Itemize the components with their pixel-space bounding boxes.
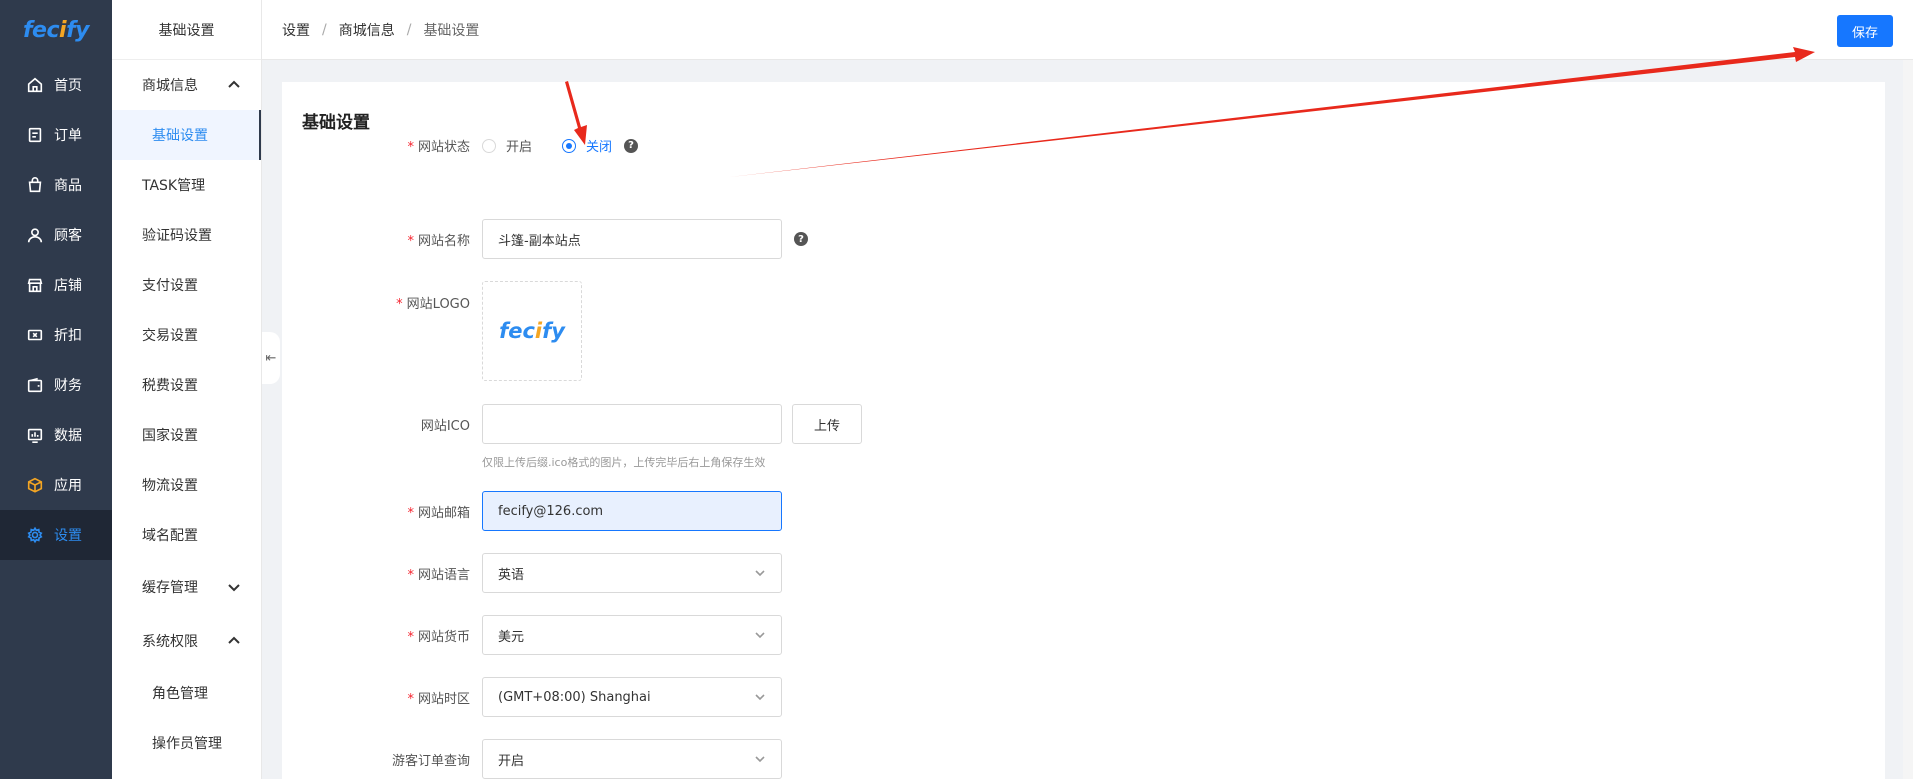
form-row-currency: * 网站货币 美元 — [282, 615, 1885, 655]
nav-item-orders[interactable]: 订单 — [0, 110, 112, 160]
wallet-icon — [26, 376, 44, 394]
form-row-email: * 网站邮箱 fecify@126.com — [282, 491, 1885, 531]
save-button[interactable]: 保存 — [1837, 15, 1893, 47]
chevron-down-icon — [755, 570, 765, 577]
sidebar-group-permissions[interactable]: 系统权限 — [112, 614, 261, 668]
email-field[interactable]: fecify@126.com — [482, 491, 782, 531]
currency-select[interactable]: 美元 — [482, 615, 782, 655]
breadcrumb: 设置 / 商城信息 / 基础设置 — [282, 20, 480, 40]
form-row-timezone: * 网站时区 (GMT+08:00) Shanghai — [282, 677, 1885, 717]
nav-item-discount[interactable]: 折扣 — [0, 310, 112, 360]
user-icon — [26, 226, 44, 244]
nav-item-customers[interactable]: 顾客 — [0, 210, 112, 260]
form-row-guest-order: 游客订单查询 开启 — [282, 739, 1885, 779]
sidebar-title: 基础设置 — [112, 0, 261, 60]
top-header: 设置 / 商城信息 / 基础设置 保存 — [262, 0, 1913, 60]
chart-icon — [26, 426, 44, 444]
timezone-select[interactable]: (GMT+08:00) Shanghai — [482, 677, 782, 717]
guest-order-select[interactable]: 开启 — [482, 739, 782, 779]
settings-form-card: 基础设置 * 网站状态 开启 关闭 ? * 网站名称 斗篷-副本站点 ? * 网站LO… — [282, 82, 1885, 779]
form-row-language: * 网站语言 英语 — [282, 553, 1885, 593]
status-radio-closed[interactable]: 关闭 — [562, 136, 612, 155]
sidebar-item-basic-settings[interactable]: 基础设置 — [112, 110, 261, 160]
store-icon — [26, 276, 44, 294]
chevron-down-icon — [755, 632, 765, 639]
logo-upload-box[interactable]: fec i fy — [482, 281, 582, 381]
sidebar-item-payment[interactable]: 支付设置 — [112, 260, 261, 310]
nav-item-finance[interactable]: 财务 — [0, 360, 112, 410]
site-name-input[interactable]: 斗篷-副本站点 — [482, 219, 782, 259]
form-row-name: * 网站名称 斗篷-副本站点 ? — [282, 219, 1885, 259]
sidebar-item-domain[interactable]: 域名配置 — [112, 510, 261, 560]
ticket-icon — [26, 326, 44, 344]
nav-item-apps[interactable]: 应用 — [0, 460, 112, 510]
product-bag-icon — [26, 176, 44, 194]
language-select[interactable]: 英语 — [482, 553, 782, 593]
sidebar-item-captcha[interactable]: 验证码设置 — [112, 210, 261, 260]
sidebar-group-mall-info[interactable]: 商城信息 — [112, 60, 261, 110]
breadcrumb-item[interactable]: 设置 — [282, 20, 310, 40]
sidebar-item-country[interactable]: 国家设置 — [112, 410, 261, 460]
form-row-status: * 网站状态 开启 关闭 ? — [282, 132, 1885, 156]
sidebar-item-trade[interactable]: 交易设置 — [112, 310, 261, 360]
nav-item-settings[interactable]: 设置 — [0, 510, 112, 560]
sidebar-item-task[interactable]: TASK管理 — [112, 160, 261, 210]
breadcrumb-item-current: 基础设置 — [423, 22, 480, 39]
nav-item-products[interactable]: 商品 — [0, 160, 112, 210]
breadcrumb-item[interactable]: 商城信息 — [339, 20, 395, 40]
nav-item-store[interactable]: 店铺 — [0, 260, 112, 310]
chevron-down-icon — [755, 694, 765, 701]
sidebar-item-roles[interactable]: 角色管理 — [112, 668, 261, 718]
nav-item-data[interactable]: 数据 — [0, 410, 112, 460]
form-row-ico: 网站ICO 上传 仅限上传后缀.ico格式的图片，上传完毕后右上角保存生效 — [282, 404, 1885, 469]
sidebar-item-operators[interactable]: 操作员管理 — [112, 718, 261, 768]
gear-icon — [26, 526, 44, 544]
sidebar-group-cache[interactable]: 缓存管理 — [112, 560, 261, 614]
chevron-down-icon — [755, 756, 765, 763]
page-scrollbar[interactable] — [1903, 60, 1913, 779]
nav-item-home[interactable]: 首页 — [0, 60, 112, 110]
sidebar-item-logistics[interactable]: 物流设置 — [112, 460, 261, 510]
help-icon[interactable]: ? — [624, 138, 639, 153]
chevron-up-icon — [227, 634, 241, 648]
upload-button[interactable]: 上传 — [792, 404, 862, 444]
home-icon — [26, 76, 44, 94]
chevron-down-icon — [227, 580, 241, 594]
box-icon — [26, 476, 44, 494]
ico-input[interactable] — [482, 404, 782, 444]
form-row-logo: * 网站LOGO fec i fy — [282, 281, 1885, 381]
main-nav: fec i fy 首页 订单 商品 顾客 店铺 折扣 财务 数据 应用 设置 — [0, 0, 112, 779]
sidebar-item-tax[interactable]: 税费设置 — [112, 360, 261, 410]
collapse-icon: ⇤ — [265, 350, 277, 366]
sidebar-collapse-handle[interactable]: ⇤ — [262, 332, 280, 384]
app-logo[interactable]: fec i fy — [0, 0, 112, 60]
ico-hint: 仅限上传后缀.ico格式的图片，上传完毕后右上角保存生效 — [482, 456, 766, 469]
order-icon — [26, 126, 44, 144]
page-title: 基础设置 — [302, 113, 370, 133]
chevron-up-icon — [227, 78, 241, 92]
status-radio-open[interactable]: 开启 — [482, 136, 532, 155]
help-icon[interactable]: ? — [794, 232, 808, 246]
settings-sidebar: 基础设置 商城信息 基础设置 TASK管理 验证码设置 支付设置 交易设置 税费… — [112, 0, 262, 779]
